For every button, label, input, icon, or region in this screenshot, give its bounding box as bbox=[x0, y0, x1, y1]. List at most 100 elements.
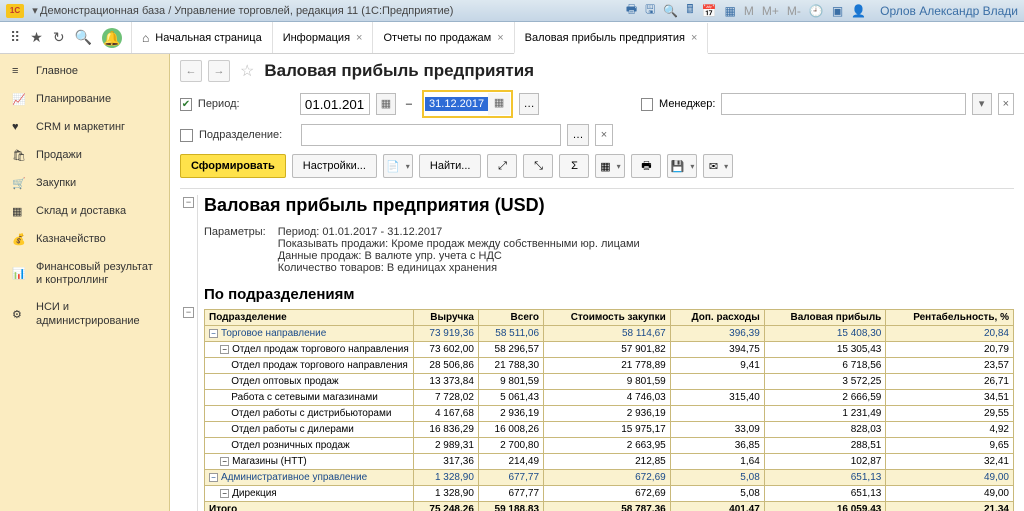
outline-collapse-button[interactable]: − bbox=[183, 307, 194, 318]
table-row[interactable]: −Административное управление1 328,90677,… bbox=[205, 470, 1014, 486]
grid-icon[interactable]: ▦ bbox=[725, 4, 736, 18]
sidebar-item-treasury[interactable]: 💰Казначейство bbox=[0, 226, 169, 254]
period-picker-button[interactable]: … bbox=[519, 93, 539, 115]
close-icon[interactable]: × bbox=[497, 32, 503, 44]
sidebar-item-nsi[interactable]: ⚙НСИ и администрирование bbox=[0, 294, 169, 334]
dept-picker-button[interactable]: … bbox=[567, 124, 589, 146]
save-as-button[interactable]: 💾▾ bbox=[667, 154, 697, 178]
table-row[interactable]: Работа с сетевыми магазинами7 728,025 06… bbox=[205, 390, 1014, 406]
calendar-icon[interactable]: 📅 bbox=[702, 4, 717, 18]
notifications-icon[interactable]: 🔔 bbox=[102, 28, 122, 48]
sidebar-item-purchases[interactable]: 🛒Закупки bbox=[0, 170, 169, 198]
tree-toggle-icon[interactable]: − bbox=[209, 329, 218, 338]
cell-value: 16 059,43 bbox=[764, 502, 886, 511]
structure-button[interactable]: ▦▾ bbox=[595, 154, 625, 178]
sidebar-item-label: Планирование bbox=[36, 93, 111, 106]
clock-icon[interactable]: 🕘 bbox=[809, 4, 824, 18]
col-total[interactable]: Всего bbox=[478, 310, 543, 326]
expand-button[interactable]: ⤢ bbox=[487, 154, 517, 178]
titlebar: 1C ▾ Демонстрационная база / Управление … bbox=[0, 0, 1024, 22]
sidebar-item-planning[interactable]: 📈Планирование bbox=[0, 86, 169, 114]
table-row[interactable]: Отдел розничных продаж2 989,312 700,802 … bbox=[205, 438, 1014, 454]
cell-value: 16 008,26 bbox=[478, 422, 543, 438]
dept-checkbox[interactable] bbox=[180, 129, 193, 142]
col-dept[interactable]: Подразделение bbox=[205, 310, 414, 326]
search-icon[interactable]: 🔍 bbox=[75, 29, 92, 46]
history-icon[interactable]: ↻ bbox=[53, 29, 65, 46]
calc-icon[interactable]: 🖩 bbox=[686, 0, 693, 21]
tree-toggle-icon[interactable]: − bbox=[220, 345, 229, 354]
manager-clear-button[interactable]: × bbox=[998, 93, 1014, 115]
dept-input[interactable] bbox=[301, 124, 561, 146]
print-button[interactable]: 🖶 bbox=[631, 154, 661, 178]
calendar-from-button[interactable]: ▦ bbox=[376, 93, 396, 115]
tab-sales-reports[interactable]: Отчеты по продажам × bbox=[372, 22, 514, 53]
m-minus-icon[interactable]: M- bbox=[787, 4, 801, 18]
manager-select-button[interactable]: ▾ bbox=[972, 93, 992, 115]
col-revenue[interactable]: Выручка bbox=[413, 310, 478, 326]
cell-value: 32,41 bbox=[886, 454, 1014, 470]
m-icon[interactable]: M bbox=[744, 4, 754, 18]
sum-button[interactable]: Σ bbox=[559, 154, 589, 178]
outline-collapse-button[interactable]: − bbox=[183, 197, 194, 208]
calendar-to-button[interactable]: ▦ bbox=[488, 93, 510, 115]
tab-home[interactable]: ⌂ Начальная страница bbox=[131, 22, 273, 53]
table-row[interactable]: Отдел работы с дилерами16 836,2916 008,2… bbox=[205, 422, 1014, 438]
sidebar-item-main[interactable]: ≡Главное bbox=[0, 58, 169, 86]
close-icon[interactable]: × bbox=[356, 32, 362, 44]
dept-clear-button[interactable]: × bbox=[595, 124, 613, 146]
sidebar-item-crm[interactable]: ♥CRM и маркетинг bbox=[0, 114, 169, 142]
col-margin[interactable]: Рентабельность, % bbox=[886, 310, 1014, 326]
cell-value: 9,41 bbox=[670, 358, 764, 374]
table-row[interactable]: Отдел продаж торгового направления28 506… bbox=[205, 358, 1014, 374]
tree-toggle-icon[interactable]: − bbox=[220, 489, 229, 498]
cell-value: 401,47 bbox=[670, 502, 764, 511]
tree-toggle-icon[interactable]: − bbox=[209, 473, 218, 482]
tab-info[interactable]: Информация × bbox=[272, 22, 374, 53]
tab-gross-profit[interactable]: Валовая прибыль предприятия × bbox=[514, 23, 709, 54]
col-profit[interactable]: Валовая прибыль bbox=[764, 310, 886, 326]
manager-input[interactable] bbox=[721, 93, 965, 115]
favorite-icon[interactable]: ★ bbox=[30, 29, 43, 46]
date-to-input[interactable]: 31.12.2017 bbox=[425, 97, 488, 111]
mail-button[interactable]: ✉▾ bbox=[703, 154, 733, 178]
forward-button[interactable]: → bbox=[208, 60, 230, 82]
table-row[interactable]: −Отдел продаж торгового направления73 60… bbox=[205, 342, 1014, 358]
cell-value: 13 373,84 bbox=[413, 374, 478, 390]
cell-name: −Отдел продаж торгового направления bbox=[205, 342, 414, 358]
date-from-input[interactable] bbox=[300, 93, 370, 115]
search-global-icon[interactable]: 🔍 bbox=[663, 4, 678, 18]
cell-name: −Административное управление bbox=[205, 470, 414, 486]
table-row[interactable]: −Торговое направление73 919,3658 511,065… bbox=[205, 326, 1014, 342]
generate-button[interactable]: Сформировать bbox=[180, 154, 286, 178]
period-checkbox[interactable] bbox=[180, 98, 192, 111]
table-row[interactable]: Итого75 248,2659 188,8358 787,36401,4716… bbox=[205, 502, 1014, 511]
sidebar-item-warehouse[interactable]: ▦Склад и доставка bbox=[0, 198, 169, 226]
close-icon[interactable]: × bbox=[691, 32, 697, 44]
print-icon[interactable]: 🖶 bbox=[626, 0, 637, 21]
settings-button[interactable]: Настройки... bbox=[292, 154, 377, 178]
m-plus-icon[interactable]: M+ bbox=[762, 4, 779, 18]
apps-icon[interactable]: ⠿ bbox=[10, 29, 20, 46]
cell-value: 651,13 bbox=[764, 470, 886, 486]
table-row[interactable]: Отдел оптовых продаж13 373,849 801,599 8… bbox=[205, 374, 1014, 390]
window-icon[interactable]: ▣ bbox=[832, 4, 843, 18]
collapse-button[interactable]: ⤡ bbox=[523, 154, 553, 178]
back-button[interactable]: ← bbox=[180, 60, 202, 82]
sidebar-item-finance[interactable]: 📊Финансовый результат и контроллинг bbox=[0, 254, 169, 294]
sidebar-item-sales[interactable]: 🛍Продажи bbox=[0, 142, 169, 170]
user-name[interactable]: Орлов Александр Влади bbox=[880, 4, 1018, 18]
manager-checkbox[interactable] bbox=[641, 98, 653, 111]
favorite-toggle-icon[interactable]: ☆ bbox=[240, 61, 254, 81]
table-row[interactable]: Отдел работы с дистрибьюторами4 167,682 … bbox=[205, 406, 1014, 422]
app-menu-dropdown[interactable]: ▾ bbox=[30, 4, 40, 17]
variants-button[interactable]: 📄▾ bbox=[383, 154, 413, 178]
find-button[interactable]: Найти... bbox=[419, 154, 482, 178]
col-cost[interactable]: Стоимость закупки bbox=[544, 310, 671, 326]
tree-toggle-icon[interactable]: − bbox=[220, 457, 229, 466]
table-row[interactable]: −Дирекция1 328,90677,77672,695,08651,134… bbox=[205, 486, 1014, 502]
save-icon[interactable]: 🖫 bbox=[645, 0, 655, 21]
table-row[interactable]: −Магазины (НТТ)317,36214,49212,851,64102… bbox=[205, 454, 1014, 470]
col-extra[interactable]: Доп. расходы bbox=[670, 310, 764, 326]
app-logo: 1C bbox=[6, 4, 24, 18]
